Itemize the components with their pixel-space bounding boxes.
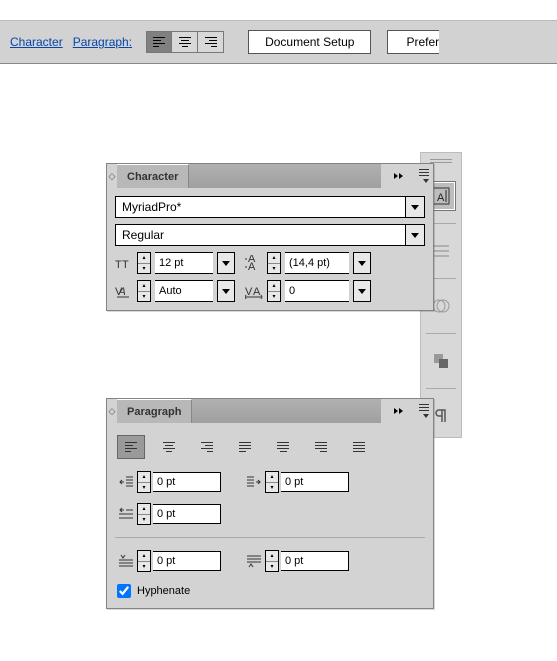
character-panel: ◇ Character TT ▴▾ AA <box>106 163 434 311</box>
font-style-input[interactable] <box>115 224 405 246</box>
font-family-input[interactable] <box>115 196 405 218</box>
paragraph-tab[interactable]: Paragraph <box>117 399 192 423</box>
para-align-right-icon[interactable] <box>193 435 221 459</box>
align-left-button[interactable] <box>146 31 172 53</box>
space-before-input[interactable] <box>153 551 221 571</box>
para-align-center-icon[interactable] <box>155 435 183 459</box>
svg-text:T: T <box>122 259 129 271</box>
indent-left-spinner[interactable]: ▴▾ <box>137 471 151 493</box>
para-align-left-icon[interactable] <box>117 435 145 459</box>
paragraph-align-group <box>115 431 425 463</box>
indent-right-icon <box>245 475 263 489</box>
panel-grip-icon[interactable]: ◇ <box>107 164 117 188</box>
leading-icon: AA <box>245 255 263 271</box>
character-tab[interactable]: Character <box>117 164 189 188</box>
hyphenate-label: Hyphenate <box>137 585 190 597</box>
hyphenate-checkbox[interactable] <box>117 584 131 598</box>
font-family-field[interactable] <box>115 196 425 218</box>
space-after-icon <box>245 554 263 568</box>
panel-collapse-icon[interactable] <box>381 164 415 188</box>
svg-text:A: A <box>253 286 261 298</box>
tracking-spinner[interactable]: ▴▾ <box>267 280 281 302</box>
align-center-button[interactable] <box>172 31 198 53</box>
preferences-button[interactable]: Prefer <box>387 30 439 54</box>
leading-spinner[interactable]: ▴▾ <box>267 252 281 274</box>
svg-text:A: A <box>437 192 445 204</box>
paragraph-panel: ◇ Paragraph ▴▾ ▴▾ <box>106 398 434 609</box>
font-size-spinner[interactable]: ▴▾ <box>137 252 151 274</box>
panel-menu-icon[interactable] <box>415 399 433 423</box>
panel-tab-bar: ◇ Character <box>107 164 433 188</box>
indent-right-spinner[interactable]: ▴▾ <box>265 471 279 493</box>
paragraph-link[interactable]: Paragraph <box>73 35 132 49</box>
panel-grip-icon[interactable]: ◇ <box>107 399 117 423</box>
svg-text:T: T <box>115 259 122 271</box>
para-justify-all-icon[interactable] <box>345 435 373 459</box>
para-justify-left-icon[interactable] <box>231 435 259 459</box>
panel-menu-icon[interactable] <box>415 164 433 188</box>
space-before-icon <box>117 554 135 568</box>
dock-pathfinder-icon[interactable] <box>426 346 456 376</box>
tracking-dropdown-icon[interactable] <box>353 280 371 302</box>
align-group <box>146 31 224 53</box>
kerning-spinner[interactable]: ▴▾ <box>137 280 151 302</box>
indent-first-line-icon <box>117 507 135 521</box>
space-after-input[interactable] <box>281 551 349 571</box>
kerning-dropdown-icon[interactable] <box>217 280 235 302</box>
para-justify-center-icon[interactable] <box>269 435 297 459</box>
font-size-dropdown-icon[interactable] <box>217 252 235 274</box>
font-style-dropdown-icon[interactable] <box>405 224 425 246</box>
space-before-spinner[interactable]: ▴▾ <box>137 550 151 572</box>
kerning-input[interactable] <box>155 280 213 302</box>
indent-left-icon <box>117 475 135 489</box>
indent-left-input[interactable] <box>153 472 221 492</box>
leading-dropdown-icon[interactable] <box>353 252 371 274</box>
font-style-field[interactable] <box>115 224 425 246</box>
svg-text:V: V <box>245 286 253 298</box>
tracking-icon: VA <box>245 283 263 299</box>
font-family-dropdown-icon[interactable] <box>405 196 425 218</box>
indent-right-input[interactable] <box>281 472 349 492</box>
align-right-button[interactable] <box>198 31 224 53</box>
font-size-icon: TT <box>115 255 133 271</box>
character-link[interactable]: Character <box>10 35 63 49</box>
space-after-spinner[interactable]: ▴▾ <box>265 550 279 572</box>
indent-first-line-spinner[interactable]: ▴▾ <box>137 503 151 525</box>
indent-first-line-input[interactable] <box>153 504 221 524</box>
leading-input[interactable] <box>285 252 349 274</box>
font-size-input[interactable] <box>155 252 213 274</box>
para-justify-right-icon[interactable] <box>307 435 335 459</box>
panel-collapse-icon[interactable] <box>381 399 415 423</box>
document-setup-button[interactable]: Document Setup <box>248 30 371 54</box>
tracking-input[interactable] <box>285 280 349 302</box>
panel-tab-bar: ◇ Paragraph <box>107 399 433 423</box>
kerning-icon: VA <box>115 283 133 299</box>
svg-text:A: A <box>248 261 256 271</box>
control-bar: Character Paragraph Document Setup Prefe… <box>0 20 557 64</box>
